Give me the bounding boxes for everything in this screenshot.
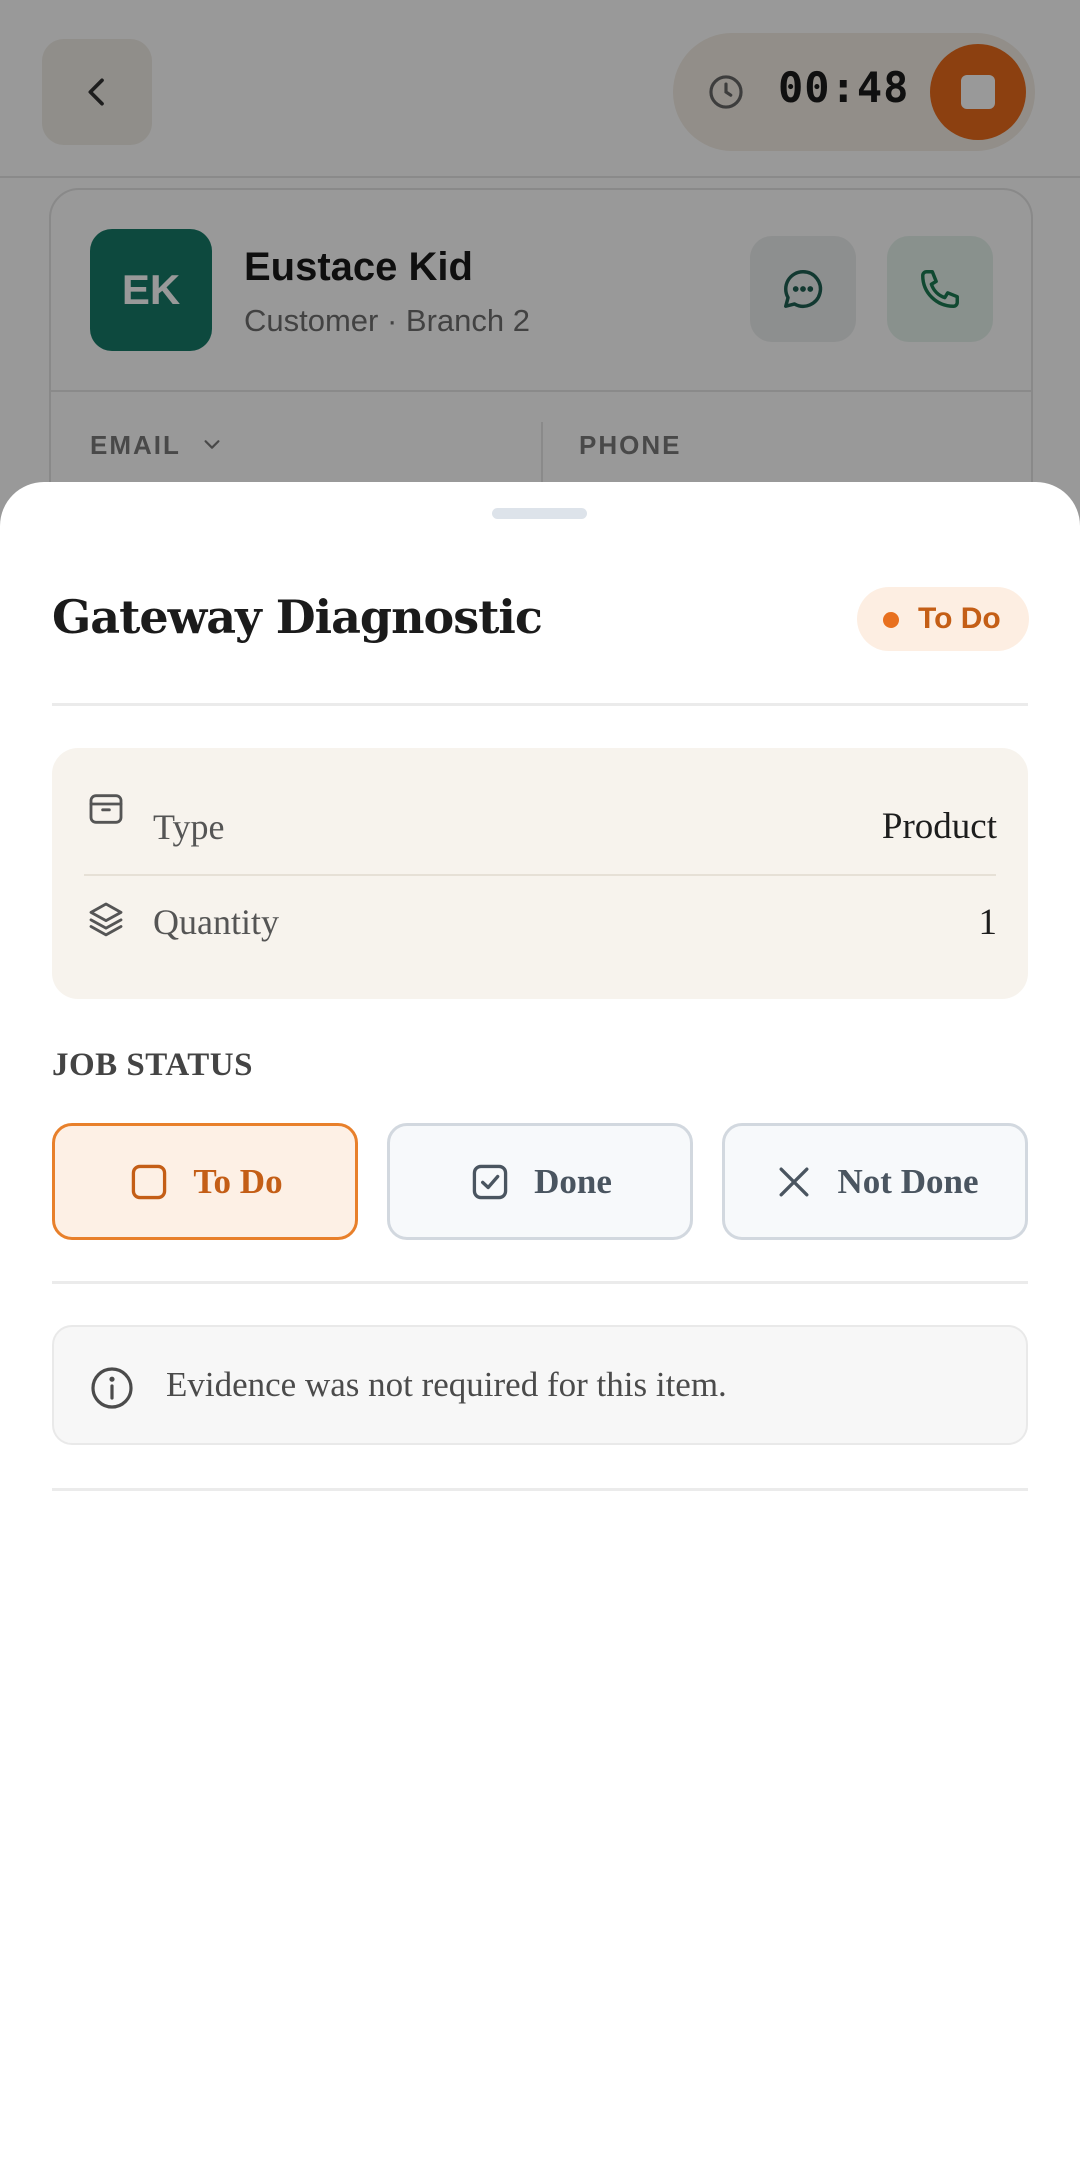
quantity-value: 1 <box>978 902 998 943</box>
quantity-label: Quantity <box>153 902 279 942</box>
evidence-info-box: Evidence was not required for this item. <box>52 1325 1028 1445</box>
evidence-info-text: Evidence was not required for this item. <box>166 1365 727 1404</box>
drag-handle[interactable] <box>492 508 587 519</box>
status-done-label: Done <box>534 1161 612 1201</box>
sheet-title: Gateway Diagnostic <box>52 590 543 644</box>
status-badge: To Do <box>857 587 1029 651</box>
divider <box>52 1488 1028 1491</box>
type-value: Product <box>881 806 997 847</box>
status-not-done-label: Not Done <box>837 1161 979 1201</box>
status-todo-label: To Do <box>193 1161 283 1201</box>
layers-icon <box>89 902 123 937</box>
job-item-bottom-sheet: Gateway Diagnostic To Do Type Product Qu… <box>0 482 1080 2161</box>
info-icon <box>91 1367 133 1409</box>
package-icon <box>89 794 123 824</box>
status-not-done-button[interactable]: Not Done <box>722 1123 1028 1240</box>
status-todo-button[interactable]: To Do <box>52 1123 358 1240</box>
x-icon <box>779 1167 808 1196</box>
empty-checkbox-icon <box>132 1164 167 1199</box>
row-divider <box>84 874 996 876</box>
status-done-button[interactable]: Done <box>387 1123 693 1240</box>
checked-box-icon <box>472 1164 508 1199</box>
status-dot-icon <box>883 612 899 628</box>
job-status-heading: JOB STATUS <box>52 1047 253 1083</box>
divider <box>52 703 1028 706</box>
type-label: Type <box>153 807 225 847</box>
divider <box>52 1281 1028 1284</box>
item-details: Type Product Quantity 1 <box>52 748 1028 999</box>
status-badge-label: To Do <box>918 602 1001 635</box>
